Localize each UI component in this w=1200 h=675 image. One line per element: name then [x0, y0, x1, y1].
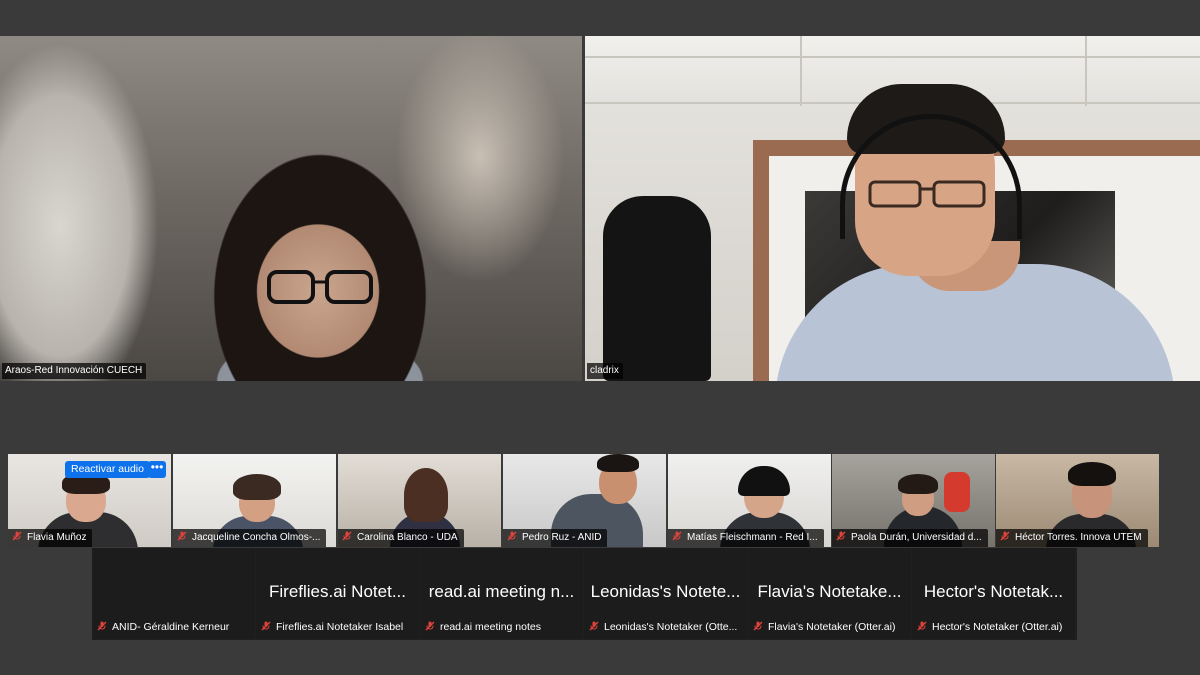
participant-name-label: read.ai meeting notes — [422, 619, 545, 635]
participant-name-label: Matías Fleischmann - Red I... — [668, 529, 824, 547]
participant-name-label: Paola Durán, Universidad d... — [832, 529, 988, 547]
no-video-tile[interactable]: read.ai meeting n... read.ai meeting not… — [420, 548, 583, 639]
participant-name-label: Jacqueline Concha Olmos-... — [173, 529, 327, 547]
muted-mic-icon — [177, 531, 187, 541]
gallery-tile[interactable]: Matías Fleischmann - Red I... — [668, 454, 831, 547]
gallery-strip: Flavia Muñoz Jacqueline Concha Olmos-...… — [8, 454, 1160, 548]
participant-display-name: Flavia's Notetake... — [757, 582, 902, 601]
participant-display-name: Leonidas's Notete... — [590, 582, 741, 601]
participant-name-label: Flavia's Notetaker (Otter.ai) — [750, 619, 899, 635]
muted-mic-icon — [12, 531, 22, 541]
no-video-tile[interactable]: Flavia's Notetake... Flavia's Notetaker … — [748, 548, 911, 639]
participant-name-label: Héctor Torres. Innova UTEM — [996, 529, 1148, 547]
gallery-tile[interactable]: Héctor Torres. Innova UTEM — [996, 454, 1159, 547]
participant-name-label: Pedro Ruz - ANID — [503, 529, 608, 547]
no-video-tile[interactable]: ANID- Géraldine Kerneur — [92, 548, 255, 639]
muted-mic-icon — [753, 621, 763, 631]
muted-mic-icon — [672, 531, 682, 541]
gallery-tile[interactable]: Jacqueline Concha Olmos-... — [173, 454, 336, 547]
muted-mic-icon — [507, 531, 517, 541]
participant-name-label: Hector's Notetaker (Otter.ai) — [914, 619, 1066, 635]
speaker-tile-1[interactable]: Araos-Red Innovación CUECH — [0, 36, 582, 381]
participant-display-name: Hector's Notetak... — [923, 582, 1064, 601]
no-video-tile[interactable]: Hector's Notetak... Hector's Notetaker (… — [912, 548, 1075, 639]
more-options-button[interactable]: ••• — [148, 461, 166, 478]
muted-mic-icon — [342, 531, 352, 541]
muted-mic-icon — [425, 621, 435, 631]
muted-mic-icon — [97, 621, 107, 631]
no-video-tile[interactable]: Fireflies.ai Notet... Fireflies.ai Notet… — [256, 548, 419, 639]
participant-name-label: ANID- Géraldine Kerneur — [94, 619, 233, 635]
no-video-tile[interactable]: Leonidas's Notete... Leonidas's Notetake… — [584, 548, 747, 639]
gallery-tile[interactable]: Paola Durán, Universidad d... — [832, 454, 995, 547]
participant-video — [0, 36, 582, 381]
no-video-row: ANID- Géraldine Kerneur Fireflies.ai Not… — [92, 548, 1077, 640]
participant-video — [585, 36, 1200, 381]
participant-display-name: read.ai meeting n... — [428, 582, 575, 601]
speaker-tile-2[interactable]: cladrix — [585, 36, 1200, 381]
muted-mic-icon — [917, 621, 927, 631]
muted-mic-icon — [1000, 531, 1010, 541]
reactivate-audio-button[interactable]: Reactivar audio — [65, 461, 150, 478]
participant-name-label: Flavia Muñoz — [8, 529, 93, 547]
muted-mic-icon — [836, 531, 846, 541]
participant-name-label: cladrix — [587, 363, 623, 379]
participant-name-label: Araos-Red Innovación CUECH — [2, 363, 147, 379]
participant-name-label: Fireflies.ai Notetaker Isabel — [258, 619, 407, 635]
muted-mic-icon — [589, 621, 599, 631]
participant-display-name: Fireflies.ai Notet... — [269, 582, 406, 601]
glasses-graphic — [267, 270, 373, 304]
participant-name-label: Carolina Blanco - UDA — [338, 529, 464, 547]
gallery-tile[interactable]: Carolina Blanco - UDA — [338, 454, 501, 547]
participant-name-label: Leonidas's Notetaker (Otte... — [586, 619, 741, 635]
muted-mic-icon — [261, 621, 271, 631]
gallery-tile[interactable]: Pedro Ruz - ANID — [503, 454, 666, 547]
